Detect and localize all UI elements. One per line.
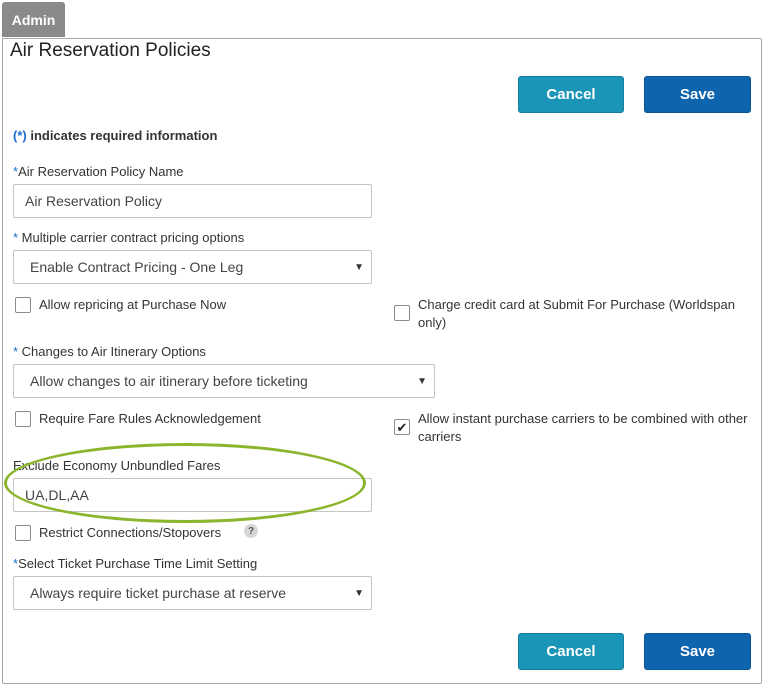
chevron-down-icon: ▼ — [354, 588, 364, 599]
ticket-time-limit-select[interactable]: Always require ticket purchase at reserv… — [13, 576, 372, 610]
cancel-button-top[interactable]: Cancel — [518, 76, 624, 113]
required-star: (*) — [13, 128, 27, 143]
charge-card-checkbox[interactable] — [394, 305, 410, 321]
cancel-button-bottom[interactable]: Cancel — [518, 633, 624, 670]
restrict-connections-checkbox[interactable] — [15, 525, 31, 541]
instant-purchase-label: Allow instant purchase carriers to be co… — [418, 411, 748, 444]
save-button-top[interactable]: Save — [644, 76, 751, 113]
itinerary-options-select[interactable]: Allow changes to air itinerary before ti… — [13, 364, 435, 398]
chevron-down-icon: ▼ — [417, 376, 427, 387]
admin-tab[interactable]: Admin — [2, 2, 65, 37]
fare-rules-ack-checkbox[interactable] — [15, 411, 31, 427]
ticket-time-limit-value: Always require ticket purchase at reserv… — [30, 585, 286, 601]
ticket-time-limit-label-text: Select Ticket Purchase Time Limit Settin… — [18, 556, 258, 571]
policy-name-input[interactable]: Air Reservation Policy — [13, 184, 372, 218]
carrier-pricing-value: Enable Contract Pricing - One Leg — [30, 259, 244, 275]
required-info-note: (*) indicates required information — [13, 128, 217, 143]
itinerary-options-value: Allow changes to air itinerary before ti… — [30, 373, 308, 389]
ticket-time-limit-label: *Select Ticket Purchase Time Limit Setti… — [13, 556, 257, 571]
required-note-text: indicates required information — [26, 128, 218, 143]
save-button-bottom[interactable]: Save — [644, 633, 751, 670]
allow-repricing-label: Allow repricing at Purchase Now — [39, 297, 227, 312]
page-title: Air Reservation Policies — [10, 40, 211, 61]
allow-repricing-checkbox[interactable] — [15, 297, 31, 313]
fare-rules-ack-label: Require Fare Rules Acknowledgement — [39, 411, 261, 426]
highlight-ellipse — [4, 443, 366, 523]
required-marker: * — [13, 230, 22, 245]
checkmark-icon: ✔ — [396, 419, 408, 435]
required-marker: * — [13, 344, 22, 359]
instant-purchase-checkbox[interactable]: ✔ — [394, 419, 410, 435]
carrier-pricing-select[interactable]: Enable Contract Pricing - One Leg ▼ — [13, 250, 372, 284]
charge-card-label: Charge credit card at Submit For Purchas… — [418, 297, 735, 330]
itinerary-options-label: * Changes to Air Itinerary Options — [13, 344, 206, 359]
carrier-pricing-label: * Multiple carrier contract pricing opti… — [13, 230, 244, 245]
itinerary-options-label-text: Changes to Air Itinerary Options — [21, 344, 206, 359]
help-icon[interactable]: ? — [244, 524, 258, 538]
policy-name-label-text: Air Reservation Policy Name — [18, 164, 184, 179]
carrier-pricing-label-text: Multiple carrier contract pricing option… — [21, 230, 245, 245]
policy-name-label: *Air Reservation Policy Name — [13, 164, 184, 179]
restrict-connections-label: Restrict Connections/Stopovers — [39, 525, 222, 540]
chevron-down-icon: ▼ — [354, 262, 364, 273]
